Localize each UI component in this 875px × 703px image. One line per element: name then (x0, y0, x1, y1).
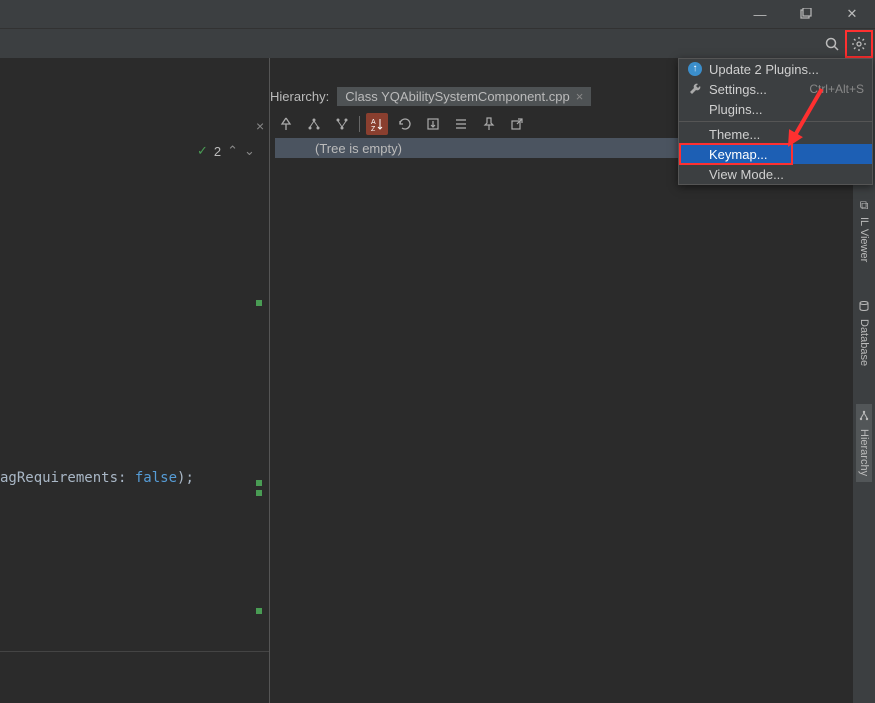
menu-item-view-mode[interactable]: View Mode... (679, 164, 872, 184)
svg-text:Z: Z (371, 126, 376, 132)
hierarchy-tab[interactable]: Class YQAbilitySystemComponent.cpp × (337, 87, 591, 106)
editor-inspection-status[interactable]: ✓ 2 ⌃ ⌄ (197, 143, 255, 159)
external-icon[interactable] (506, 113, 528, 135)
editor-bottom-divider (0, 651, 269, 652)
menu-item-settings[interactable]: Settings... Ctrl+Alt+S (679, 79, 872, 99)
window-minimize-button[interactable]: — (737, 0, 783, 28)
update-icon: ↑ (687, 61, 703, 77)
hierarchy-label: Hierarchy: (270, 89, 329, 104)
gutter-mark (256, 490, 262, 496)
gear-icon (851, 36, 867, 52)
pin-icon[interactable] (478, 113, 500, 135)
top-toolbar (0, 28, 875, 58)
refresh-icon[interactable] (394, 113, 416, 135)
vertical-divider[interactable] (269, 58, 270, 703)
sidebar-item-il-viewer[interactable]: ⧉ IL Viewer (858, 198, 870, 262)
settings-popup-menu: ↑ Update 2 Plugins... Settings... Ctrl+A… (678, 58, 873, 185)
gutter-mark (256, 300, 262, 306)
subtypes-hierarchy-icon[interactable] (331, 113, 353, 135)
search-button[interactable] (819, 31, 845, 57)
hierarchy-header: Hierarchy: Class YQAbilitySystemComponen… (270, 85, 591, 107)
hierarchy-icon (858, 410, 870, 425)
supertypes-hierarchy-icon[interactable] (303, 113, 325, 135)
sidebar-item-hierarchy[interactable]: Hierarchy (856, 404, 872, 482)
gutter-mark (256, 480, 262, 486)
expand-all-icon[interactable] (450, 113, 472, 135)
sidebar-item-database[interactable]: Database (858, 300, 870, 366)
wrench-icon (687, 81, 703, 97)
menu-item-plugins[interactable]: Plugins... (679, 99, 872, 119)
autoscroll-icon[interactable] (422, 113, 444, 135)
menu-separator (679, 121, 872, 122)
window-close-button[interactable]: ✕ (829, 0, 875, 28)
window-maximize-button[interactable] (783, 0, 829, 28)
settings-gear-button[interactable] (845, 30, 873, 58)
class-hierarchy-icon[interactable] (275, 113, 297, 135)
chevron-up-icon[interactable]: ⌃ (227, 143, 238, 159)
sort-alphabetically-icon[interactable]: AZ (366, 113, 388, 135)
menu-item-keymap[interactable]: Keymap... (679, 144, 872, 164)
inspection-count: 2 (214, 144, 221, 159)
code-line[interactable]: agRequirements: false); (0, 470, 194, 486)
toolbar-separator (359, 116, 360, 132)
il-viewer-icon: ⧉ (860, 198, 869, 213)
svg-text:A: A (371, 119, 376, 126)
gutter-marks (256, 132, 262, 703)
shortcut-label: Ctrl+Alt+S (809, 82, 864, 96)
checkmark-icon: ✓ (197, 143, 208, 159)
chevron-down-icon[interactable]: ⌄ (244, 143, 255, 159)
maximize-icon (800, 8, 812, 20)
gutter-mark (256, 608, 262, 614)
menu-item-theme[interactable]: Theme... (679, 124, 872, 144)
menu-item-update-plugins[interactable]: ↑ Update 2 Plugins... (679, 59, 872, 79)
search-icon (824, 36, 840, 52)
title-bar: — ✕ (0, 0, 875, 28)
hierarchy-toolbar: AZ (275, 112, 528, 136)
close-icon[interactable]: × (576, 89, 584, 104)
database-icon (858, 300, 870, 315)
hierarchy-tab-text: Class YQAbilitySystemComponent.cpp (345, 89, 569, 104)
